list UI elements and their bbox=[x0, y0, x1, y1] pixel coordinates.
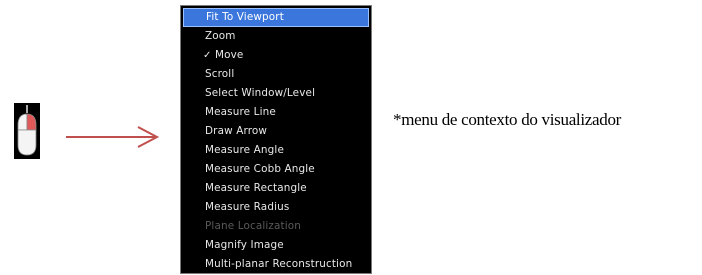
menu-item-label: Draw Arrow bbox=[205, 125, 268, 137]
menu-item-label: Select Window/Level bbox=[205, 87, 316, 99]
menu-item-plane-localization: Plane Localization bbox=[181, 217, 371, 236]
mouse-right-click-icon bbox=[14, 103, 40, 159]
menu-item-measure-angle[interactable]: Measure Angle bbox=[181, 141, 371, 160]
menu-item-label: Magnify Image bbox=[205, 239, 284, 251]
menu-item-measure-cobb-angle[interactable]: Measure Cobb Angle bbox=[181, 160, 371, 179]
menu-item-label: Multi-planar Reconstruction bbox=[205, 258, 353, 270]
viewer-context-menu: Fit To Viewport Zoom ✓ Move Scroll Select… bbox=[180, 5, 372, 274]
menu-item-label: Scroll bbox=[205, 68, 235, 80]
menu-item-draw-arrow[interactable]: Draw Arrow bbox=[181, 122, 371, 141]
menu-item-label: Move bbox=[215, 49, 244, 61]
menu-item-measure-rectangle[interactable]: Measure Rectangle bbox=[181, 179, 371, 198]
menu-item-multi-planar-reconstruction[interactable]: Multi-planar Reconstruction bbox=[181, 255, 371, 274]
menu-item-label: Fit To Viewport bbox=[206, 11, 284, 23]
checkmark-icon: ✓ bbox=[203, 50, 212, 61]
menu-item-zoom[interactable]: Zoom bbox=[181, 27, 371, 46]
caption-text: *menu de contexto do visualizador bbox=[393, 110, 622, 129]
menu-item-label: Measure Angle bbox=[205, 144, 284, 156]
menu-item-label: Measure Rectangle bbox=[205, 182, 307, 194]
menu-item-select-window-level[interactable]: Select Window/Level bbox=[181, 84, 371, 103]
menu-item-magnify-image[interactable]: Magnify Image bbox=[181, 236, 371, 255]
right-arrow-icon bbox=[64, 125, 164, 153]
menu-item-scroll[interactable]: Scroll bbox=[181, 65, 371, 84]
menu-item-label: Plane Localization bbox=[205, 220, 302, 232]
menu-item-measure-radius[interactable]: Measure Radius bbox=[181, 198, 371, 217]
menu-item-label: Zoom bbox=[205, 30, 236, 42]
menu-item-move[interactable]: ✓ Move bbox=[181, 46, 371, 65]
menu-item-fit-to-viewport[interactable]: Fit To Viewport bbox=[183, 8, 369, 27]
menu-item-measure-line[interactable]: Measure Line bbox=[181, 103, 371, 122]
menu-item-label: Measure Cobb Angle bbox=[205, 163, 315, 175]
menu-item-label: Measure Line bbox=[205, 106, 276, 118]
menu-item-label: Measure Radius bbox=[205, 201, 290, 213]
